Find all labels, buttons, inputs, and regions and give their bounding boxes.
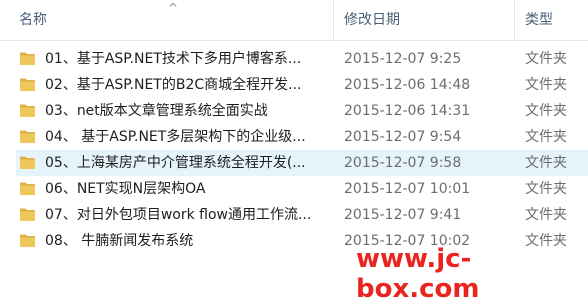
folder-icon [20, 130, 35, 143]
file-name: 04、 基于ASP.NET多层架构下的企业级... [45, 129, 306, 145]
file-row[interactable]: 03、net版本文章管理系统全面实战 2015-12-06 14:31 文件夹 [16, 98, 588, 124]
file-modified-date: 2015-12-07 9:41 [344, 207, 462, 223]
file-name: 01、基于ASP.NET技术下多用户博客系... [45, 51, 302, 67]
column-divider[interactable] [514, 0, 515, 40]
file-list: 01、基于ASP.NET技术下多用户博客系... 2015-12-07 9:25… [0, 46, 588, 254]
file-name: 05、上海某房产中介管理系统全程开发(... [45, 155, 306, 171]
folder-icon [20, 78, 35, 91]
file-type: 文件夹 [525, 51, 567, 67]
folder-icon [20, 104, 35, 117]
folder-icon [20, 52, 35, 65]
file-name: 07、对日外包项目work flow通用工作流... [45, 207, 312, 223]
file-row[interactable]: 02、基于ASP.NET的B2C商城全程开发... 2015-12-06 14:… [16, 72, 588, 98]
file-row[interactable]: 07、对日外包项目work flow通用工作流... 2015-12-07 9:… [16, 202, 588, 228]
file-type: 文件夹 [525, 181, 567, 197]
file-modified-date: 2015-12-07 9:25 [344, 51, 462, 67]
column-header-type[interactable]: 类型 [525, 0, 585, 40]
file-type: 文件夹 [525, 129, 567, 145]
file-name: 02、基于ASP.NET的B2C商城全程开发... [45, 77, 302, 93]
file-modified-date: 2015-12-06 14:31 [344, 103, 471, 119]
folder-icon [20, 234, 35, 247]
column-header-bar: ^ 名称 修改日期 类型 [0, 0, 588, 41]
file-name: 08、 牛腩新闻发布系统 [45, 233, 194, 249]
file-type: 文件夹 [525, 103, 567, 119]
file-type: 文件夹 [525, 155, 567, 171]
column-header-modified-date[interactable]: 修改日期 [344, 0, 514, 40]
folder-icon [20, 182, 35, 195]
file-name: 03、net版本文章管理系统全面实战 [45, 103, 268, 119]
file-modified-date: 2015-12-06 14:48 [344, 77, 471, 93]
file-row[interactable]: 06、NET实现N层架构OA 2015-12-07 10:01 文件夹 [16, 176, 588, 202]
column-divider[interactable] [333, 0, 334, 40]
column-header-name[interactable]: 名称 [19, 0, 319, 40]
folder-icon [20, 208, 35, 221]
file-name: 06、NET实现N层架构OA [45, 181, 206, 197]
file-row[interactable]: 01、基于ASP.NET技术下多用户博客系... 2015-12-07 9:25… [16, 46, 588, 72]
file-type: 文件夹 [525, 207, 567, 223]
file-modified-date: 2015-12-07 9:54 [344, 129, 462, 145]
folder-icon [20, 156, 35, 169]
file-modified-date: 2015-12-07 10:01 [344, 181, 471, 197]
file-row[interactable]: 04、 基于ASP.NET多层架构下的企业级... 2015-12-07 9:5… [16, 124, 588, 150]
file-modified-date: 2015-12-07 9:58 [344, 155, 462, 171]
file-row-selected[interactable]: 05、上海某房产中介管理系统全程开发(... 2015-12-07 9:58 文… [16, 150, 588, 176]
file-type: 文件夹 [525, 77, 567, 93]
watermark: www.jc-box.com [356, 244, 480, 304]
